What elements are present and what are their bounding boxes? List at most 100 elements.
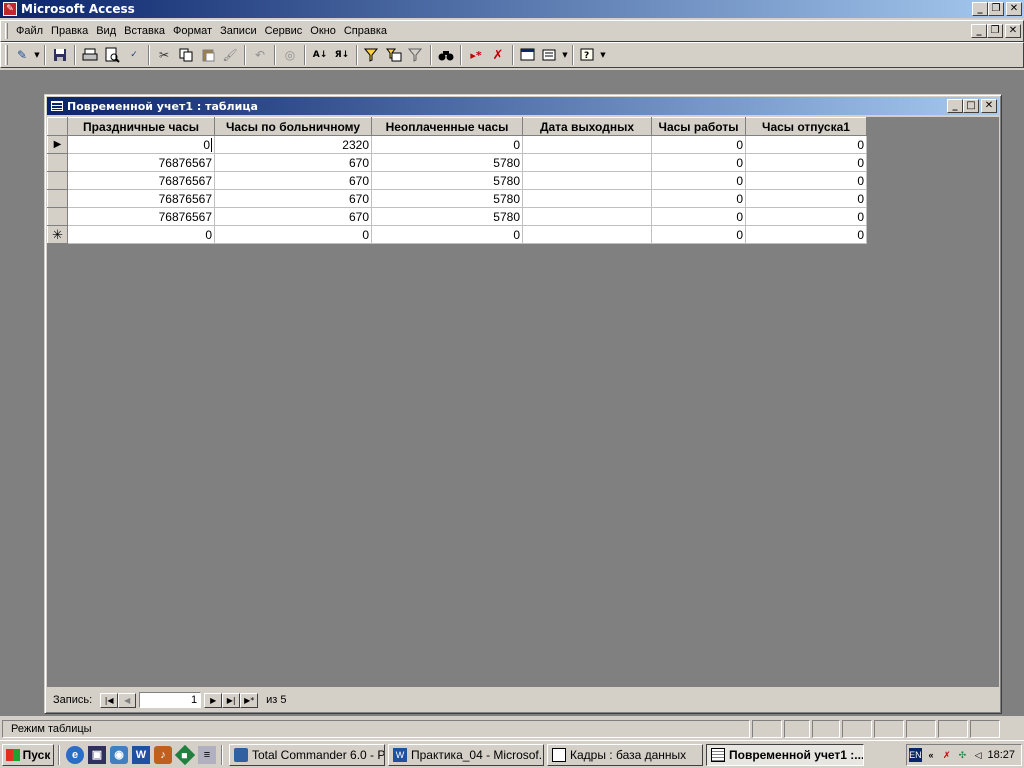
green-app-icon[interactable]: ◆ — [174, 744, 196, 765]
table-window-titlebar[interactable]: Повременной учет1 : таблица _ □ ✕ — [47, 97, 999, 115]
delete-record-icon[interactable]: ✗ — [487, 44, 509, 66]
file-icon[interactable]: ≡ — [198, 745, 216, 764]
volume-icon[interactable]: ◁ — [972, 748, 985, 762]
new-record-icon[interactable]: ▸* — [465, 44, 487, 66]
table-cell[interactable]: 0 — [651, 171, 746, 190]
menu-window[interactable]: Окно — [306, 25, 340, 37]
doc-restore-button[interactable]: ❐ — [987, 24, 1003, 38]
table-cell[interactable]: 76876567 — [67, 189, 215, 208]
apply-filter-icon[interactable] — [405, 44, 427, 66]
current-record-indicator-icon[interactable]: ▶ — [47, 135, 68, 154]
table-cell[interactable]: 0 — [651, 207, 746, 226]
table-cell[interactable]: 5780 — [371, 171, 523, 190]
minimize-button[interactable]: _ — [972, 2, 988, 16]
record-selector[interactable] — [47, 207, 68, 226]
start-button[interactable]: Пуск — [2, 743, 54, 766]
table-cell[interactable]: 0 — [651, 225, 746, 244]
table-cell[interactable]: 0 — [651, 189, 746, 208]
menu-format[interactable]: Формат — [169, 25, 216, 37]
table-minimize-button[interactable]: _ — [947, 99, 963, 113]
record-selector[interactable] — [47, 171, 68, 190]
table-cell[interactable]: 0 — [745, 153, 867, 172]
task-database[interactable]: Кадры : база данных — [547, 743, 703, 766]
sort-descending-icon[interactable]: Я↓ — [331, 44, 353, 66]
language-indicator[interactable]: EN — [909, 748, 922, 762]
undo-icon[interactable]: ↶ — [249, 44, 271, 66]
network-icon[interactable]: ✗ — [940, 748, 953, 762]
doc-close-button[interactable]: ✕ — [1005, 24, 1021, 38]
save-icon[interactable] — [49, 44, 71, 66]
column-header[interactable]: Часы отпуска1 — [745, 117, 867, 136]
show-hidden-icons[interactable]: « — [925, 748, 938, 762]
table-cell[interactable]: 0 — [214, 225, 372, 244]
table-cell[interactable]: 0 — [745, 207, 867, 226]
filter-by-form-icon[interactable] — [383, 44, 405, 66]
spelling-icon[interactable]: ✓ — [123, 44, 145, 66]
task-total-commander[interactable]: Total Commander 6.0 - P... — [229, 743, 385, 766]
column-header[interactable]: Часы работы — [651, 117, 746, 136]
table-cell[interactable] — [522, 225, 652, 244]
table-cell[interactable]: 0 — [745, 225, 867, 244]
table-cell[interactable] — [522, 153, 652, 172]
menu-file[interactable]: Файл — [12, 25, 47, 37]
column-header[interactable]: Дата выходных — [522, 117, 652, 136]
table-cell[interactable]: 0 — [745, 135, 867, 154]
close-button[interactable]: ✕ — [1006, 2, 1022, 16]
print-icon[interactable] — [79, 44, 101, 66]
record-number-input[interactable]: 1 — [139, 692, 202, 708]
new-record-nav-icon[interactable]: ▶* — [240, 692, 259, 708]
table-close-button[interactable]: ✕ — [981, 99, 997, 113]
table-cell[interactable]: 670 — [214, 171, 372, 190]
view-design-icon[interactable]: ✎ — [11, 44, 33, 66]
table-cell[interactable]: 0 — [371, 135, 523, 154]
new-object-icon[interactable] — [539, 44, 561, 66]
find-icon[interactable] — [435, 44, 457, 66]
task-table-window[interactable]: Повременной учет1 :... — [706, 743, 864, 766]
table-cell[interactable]: 0 — [67, 135, 215, 154]
table-cell[interactable]: 2320 — [214, 135, 372, 154]
new-object-dropdown-icon[interactable]: ▼ — [561, 51, 569, 59]
new-record-asterisk-icon[interactable]: ✳ — [47, 225, 68, 244]
table-cell[interactable]: 0 — [745, 189, 867, 208]
table-cell[interactable] — [522, 189, 652, 208]
table-cell[interactable]: 0 — [651, 153, 746, 172]
table-cell[interactable]: 0 — [745, 171, 867, 190]
table-cell[interactable]: 76876567 — [67, 153, 215, 172]
record-selector[interactable] — [47, 189, 68, 208]
next-record-icon[interactable]: ▶ — [204, 692, 223, 708]
table-cell[interactable]: 0 — [651, 135, 746, 154]
print-preview-icon[interactable] — [101, 44, 123, 66]
sort-ascending-icon[interactable]: A↓ — [309, 44, 331, 66]
table-cell[interactable]: 5780 — [371, 207, 523, 226]
previous-record-icon[interactable]: ◀ — [118, 692, 137, 708]
last-record-icon[interactable]: ▶| — [222, 692, 241, 708]
table-cell[interactable]: 5780 — [371, 189, 523, 208]
explorer-icon[interactable]: ◉ — [110, 745, 128, 764]
first-record-icon[interactable]: |◀ — [100, 692, 119, 708]
task-word-document[interactable]: W Практика_04 - Microsof... — [388, 743, 544, 766]
table-maximize-button[interactable]: □ — [963, 99, 979, 113]
restore-button[interactable]: ❐ — [988, 2, 1004, 16]
menu-grip[interactable] — [5, 23, 8, 39]
table-cell[interactable]: 5780 — [371, 153, 523, 172]
paste-icon[interactable] — [197, 44, 219, 66]
column-header[interactable]: Часы по больничному — [214, 117, 372, 136]
internet-explorer-icon[interactable]: e — [66, 745, 84, 764]
table-cell[interactable] — [522, 171, 652, 190]
access-key-icon[interactable]: ✎ — [3, 2, 17, 16]
menu-view[interactable]: Вид — [92, 25, 120, 37]
table-cell[interactable]: 670 — [214, 207, 372, 226]
menu-help[interactable]: Справка — [340, 25, 391, 37]
table-cell[interactable]: 76876567 — [67, 207, 215, 226]
copy-icon[interactable] — [175, 44, 197, 66]
select-all-corner[interactable] — [47, 117, 68, 136]
table-cell[interactable]: 0 — [371, 225, 523, 244]
menu-records[interactable]: Записи — [216, 25, 261, 37]
menu-edit[interactable]: Правка — [47, 25, 92, 37]
format-painter-icon[interactable]: 🖌 — [219, 44, 241, 66]
table-cell[interactable]: 0 — [67, 225, 215, 244]
properties-icon[interactable] — [517, 44, 539, 66]
insert-hyperlink-icon[interactable]: ◎ — [279, 44, 301, 66]
help-dropdown-icon[interactable]: ▼ — [599, 51, 607, 59]
doc-minimize-button[interactable]: _ — [971, 24, 987, 38]
